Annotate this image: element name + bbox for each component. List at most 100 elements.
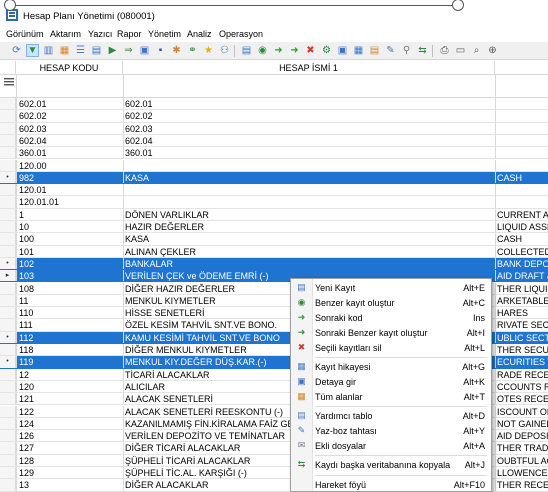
row-indicator[interactable] (0, 405, 16, 417)
all-fields-icon[interactable]: ▦ (352, 44, 365, 57)
context-menu-item[interactable]: ✖ Seçili kayıtları sil Alt+L (291, 341, 491, 355)
report-icon[interactable]: ▣ (138, 44, 151, 57)
table-row[interactable]: 120.01 (0, 184, 548, 197)
favorite-icon[interactable]: ★ (202, 44, 215, 57)
column-hesap-ismi[interactable]: HESAP İSMİ 1 (123, 61, 495, 75)
cell-hesap-kodu[interactable]: 111 (19, 320, 33, 330)
cell-hesap-ismi-2[interactable]: RIVATE SECTO (497, 320, 548, 330)
zoom-icon[interactable]: ⊕ (486, 44, 499, 57)
table-row[interactable]: • 982 KASA CASH (0, 171, 548, 185)
notepad-icon[interactable]: ✎ (384, 44, 397, 57)
cell-hesap-kodu[interactable]: 120.01 (19, 185, 47, 195)
cell-hesap-ismi-2[interactable]: AID DRAFT & (497, 271, 548, 281)
window-handle-right[interactable] (452, 0, 464, 11)
cell-hesap-ismi[interactable]: MENKUL KIYMETLER (125, 296, 216, 306)
cell-hesap-ismi[interactable]: 602.03 (125, 124, 153, 134)
cell-hesap-kodu[interactable]: 100 (19, 234, 34, 244)
export-icon[interactable]: ⇒ (122, 44, 135, 57)
row-indicator[interactable] (0, 122, 16, 134)
cell-hesap-ismi[interactable]: 602.01 (125, 99, 153, 109)
cell-hesap-ismi[interactable]: 602.02 (125, 111, 153, 121)
menu-yonetim[interactable]: Yönetim (148, 29, 181, 39)
history-icon[interactable]: ⚙ (320, 44, 333, 57)
cell-hesap-ismi-2[interactable]: BANK DEPOSIT (497, 259, 548, 269)
context-menu-item[interactable]: ▦ Tüm alanlar Alt+T (291, 390, 491, 404)
row-indicator[interactable] (0, 110, 16, 122)
cell-hesap-kodu[interactable]: 602.02 (19, 111, 47, 121)
cell-hesap-ismi[interactable]: ALACAK SENETLERİ REESKONTU (-) (125, 407, 283, 417)
menu-aktarim[interactable]: Aktarım (50, 29, 81, 39)
cell-hesap-ismi[interactable]: DİĞER MENKUL KIYMETLER (125, 345, 247, 355)
cell-hesap-ismi-2[interactable]: THER TRADIN (497, 443, 548, 453)
cell-hesap-ismi-2[interactable]: CASH (497, 173, 548, 183)
table-icon[interactable]: ▤ (90, 44, 103, 57)
row-indicator[interactable] (0, 208, 16, 220)
cell-hesap-ismi[interactable]: ŞÜPHELİ TİCARİ ALACAKLAR (125, 456, 250, 466)
cell-hesap-ismi[interactable]: BANKALAR (125, 259, 173, 269)
duplicate-record-icon[interactable]: ◉ (256, 44, 269, 57)
context-menu-item[interactable]: ◉ Benzer kayıt oluştur Alt+C (291, 296, 491, 310)
menu-analiz[interactable]: Analiz (187, 29, 212, 39)
list-icon[interactable]: ☰ (74, 44, 87, 57)
next-code-icon[interactable]: ➜ (272, 44, 285, 57)
cell-hesap-kodu[interactable]: 127 (19, 443, 34, 453)
cell-hesap-ismi[interactable]: DİĞER ALACAKLAR (125, 480, 209, 490)
columns-icon[interactable]: ▥ (42, 44, 55, 57)
cell-hesap-kodu[interactable]: 108 (19, 284, 34, 294)
context-menu-item[interactable]: ▣ Detaya gir Alt+K (291, 375, 491, 389)
cell-hesap-kodu[interactable]: 1 (19, 210, 24, 220)
row-indicator[interactable]: • (0, 356, 16, 368)
row-indicator[interactable] (0, 134, 16, 147)
table-row[interactable]: 602.01 602.01 (0, 98, 548, 111)
table-row[interactable]: 100 KASA CASH (0, 233, 548, 246)
cell-hesap-ismi-2[interactable]: OTES RECEIV (497, 394, 548, 404)
cell-hesap-kodu[interactable]: 120.01.01 (19, 197, 59, 207)
cell-hesap-ismi-2[interactable]: THER SECURI (497, 345, 548, 355)
row-indicator[interactable] (0, 479, 16, 491)
new-record-icon[interactable]: ▤ (240, 44, 253, 57)
table-row[interactable]: 10 HAZIR DEĞERLER LIQUID ASSETS (0, 221, 548, 234)
cell-hesap-ismi-2[interactable]: RADE RECEIV (497, 370, 548, 380)
detail-icon[interactable]: ▣ (336, 44, 349, 57)
menu-operasyon[interactable]: Operasyon (219, 29, 263, 39)
cell-hesap-ismi-2[interactable]: LLOWENCES F (497, 468, 548, 478)
row-indicator[interactable] (0, 380, 16, 393)
cell-hesap-ismi[interactable]: ÖZEL KESİM TAHVİL SNT.VE BONO. (125, 320, 277, 330)
filter-icon[interactable]: ▼ (26, 44, 39, 57)
cell-hesap-kodu[interactable]: 103 (19, 271, 34, 281)
cell-hesap-ismi-2[interactable]: HARES (497, 308, 548, 318)
cell-hesap-kodu[interactable]: 120.00 (19, 161, 47, 171)
row-indicator[interactable] (0, 221, 16, 233)
cell-hesap-ismi-2[interactable]: THER LIQUID (497, 284, 548, 294)
filter-row[interactable] (0, 75, 548, 98)
row-indicator[interactable] (0, 98, 16, 110)
search-icon[interactable]: ⌕ (470, 44, 483, 57)
cell-hesap-ismi[interactable]: DİĞER TİCARİ ALACAKLAR (125, 443, 240, 453)
cell-hesap-kodu[interactable]: 122 (19, 407, 34, 417)
context-menu-item[interactable]: ➜ Sonraki kod Ins (291, 311, 491, 325)
cell-hesap-kodu[interactable]: 120 (19, 382, 34, 392)
link-icon[interactable]: ⚭ (186, 44, 199, 57)
cell-hesap-kodu[interactable]: 602.03 (19, 124, 47, 134)
copy-db-icon[interactable]: ⇆ (416, 44, 429, 57)
row-indicator[interactable] (0, 417, 16, 430)
cell-hesap-ismi-2[interactable]: CCOUNTS RE (497, 382, 548, 392)
row-indicator[interactable] (0, 294, 16, 307)
next-similar-icon[interactable]: ➜ (288, 44, 301, 57)
table-row[interactable]: 120.00 (0, 159, 548, 172)
row-indicator[interactable] (0, 393, 16, 405)
users-icon[interactable]: ⚇ (218, 44, 231, 57)
table-row[interactable]: 602.03 602.03 (0, 122, 548, 135)
row-indicator[interactable] (0, 430, 16, 442)
cell-hesap-ismi[interactable]: 602.04 (125, 136, 153, 146)
table-row[interactable]: 101 ALINAN ÇEKLER COLLECTED DR (0, 245, 548, 258)
cell-hesap-kodu[interactable]: 124 (19, 419, 34, 429)
cell-hesap-kodu[interactable]: 112 (19, 333, 33, 343)
context-menu-item[interactable]: ⇆ Kaydı başka veritabanına kopyala Alt+J (291, 458, 491, 472)
context-menu-item[interactable]: ▤ Yardımcı tablo Alt+D (291, 409, 491, 423)
context-menu-item[interactable]: Hareket föyü Alt+F10 (291, 478, 491, 492)
cell-hesap-kodu[interactable]: 126 (19, 431, 34, 441)
row-indicator[interactable]: ▸ (0, 270, 16, 282)
cell-hesap-ismi[interactable]: ALINAN ÇEKLER (125, 247, 196, 257)
cell-hesap-kodu[interactable]: 602.04 (19, 136, 47, 146)
